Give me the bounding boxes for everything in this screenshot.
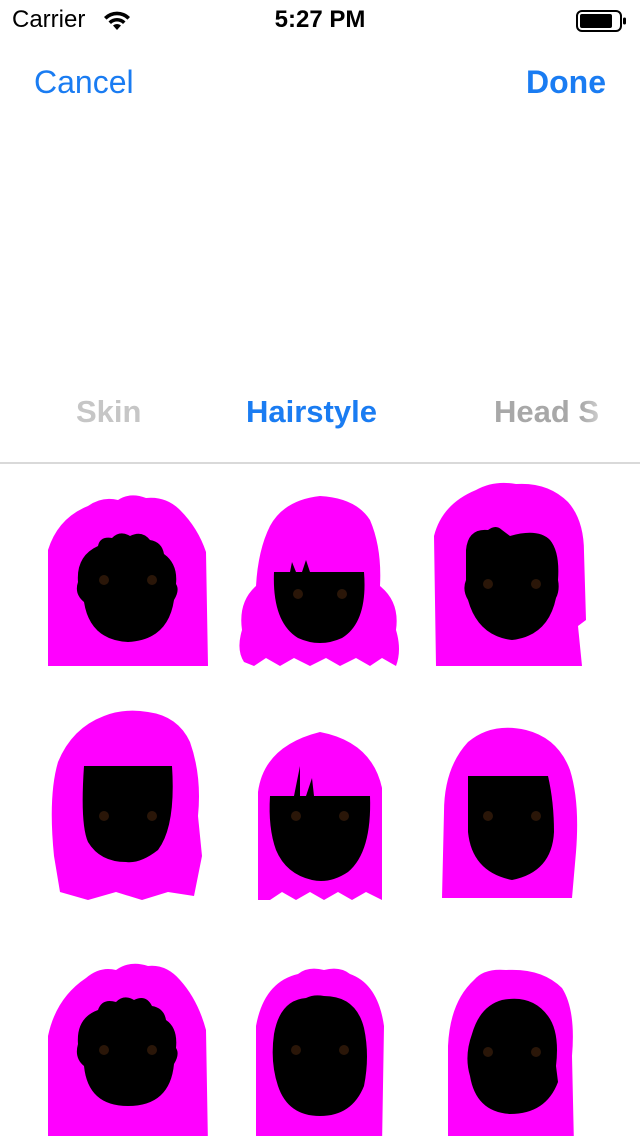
hairstyle-option-7[interactable]	[38, 956, 218, 1136]
hairstyle-6-icon	[442, 727, 578, 898]
hairstyle-grid	[0, 470, 640, 1136]
hairstyle-option-1[interactable]	[38, 490, 218, 690]
hairstyle-option-5[interactable]	[230, 722, 410, 922]
status-bar: Carrier 5:27 PM	[0, 0, 640, 40]
hairstyle-5-icon	[258, 732, 382, 900]
hairstyle-option-8[interactable]	[230, 966, 410, 1136]
hairstyle-3-icon	[434, 482, 586, 666]
category-tab-bar: Skin Hairstyle Head S	[0, 394, 640, 438]
hairstyle-option-9[interactable]	[422, 966, 602, 1136]
hairstyle-4-icon	[51, 710, 202, 900]
tab-fade-overlay	[580, 394, 640, 438]
hairstyle-option-2[interactable]	[230, 490, 410, 690]
hairstyle-option-3[interactable]	[422, 480, 602, 680]
hairstyle-7-icon	[48, 963, 208, 1136]
hairstyle-option-4[interactable]	[38, 706, 218, 906]
hairstyle-9-icon	[448, 969, 574, 1136]
status-time: 5:27 PM	[274, 6, 366, 33]
hairstyle-option-6[interactable]	[422, 722, 602, 922]
hairstyle-2-icon	[239, 496, 399, 666]
battery-icon	[576, 9, 628, 33]
tab-skin[interactable]: Skin	[76, 394, 141, 430]
avatar-editor-screen: Carrier 5:27 PM Cancel Done Skin Hairsty…	[0, 0, 640, 1136]
hairstyle-8-icon	[256, 968, 384, 1136]
done-button[interactable]: Done	[526, 64, 606, 101]
tab-divider	[0, 462, 640, 464]
tab-hairstyle[interactable]: Hairstyle	[246, 394, 377, 430]
hairstyle-1-icon	[48, 495, 208, 666]
cancel-button[interactable]: Cancel	[34, 64, 134, 101]
